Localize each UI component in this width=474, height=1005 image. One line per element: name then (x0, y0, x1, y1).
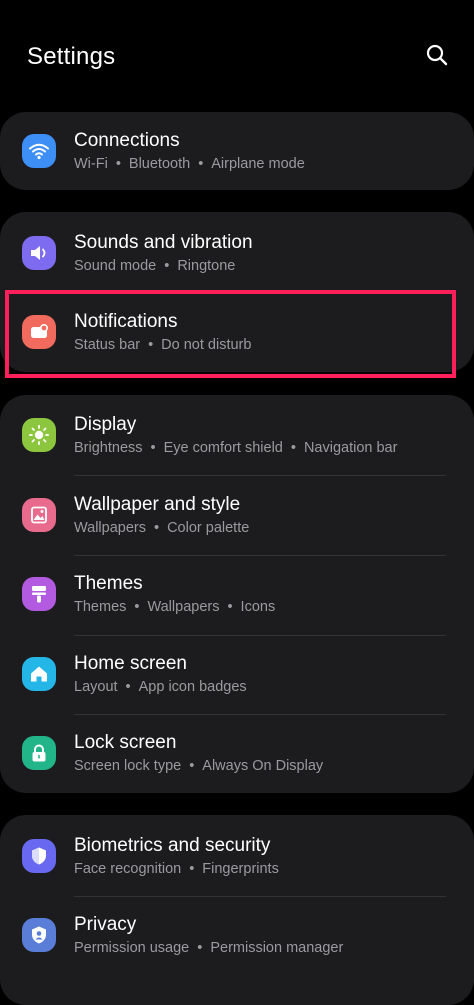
settings-item-subtitle: Permission usage • Permission manager (74, 940, 344, 956)
settings-item-subtitle: Themes • Wallpapers • Icons (74, 599, 276, 615)
settings-item-display[interactable]: Display Brightness • Eye comfort shield • Na… (0, 396, 474, 475)
settings-item-title: Sounds and vibration (74, 232, 253, 253)
brush-icon (22, 577, 56, 611)
settings-item-title: Connections (74, 130, 180, 151)
settings-item-subtitle: Screen lock type • Always On Display (74, 758, 324, 774)
settings-item-title: Privacy (74, 914, 137, 935)
settings-item-title: Biometrics and security (74, 835, 271, 856)
settings-item-subtitle: Wallpapers • Color palette (74, 520, 250, 536)
settings-item-biometrics-and-security[interactable]: Biometrics and security Face recognition… (0, 817, 474, 896)
settings-item-title: Home screen (74, 653, 187, 674)
settings-group-connections: Connections Wi-Fi • Bluetooth • Airplane mod… (0, 112, 474, 190)
app-header: Settings (0, 0, 474, 110)
settings-item-subtitle: Layout • App icon badges (74, 679, 247, 695)
settings-group-security: Biometrics and security Face recognition… (0, 815, 474, 1005)
settings-item-title: Display (74, 414, 137, 435)
settings-item-subtitle: Brightness • Eye comfort shield • Navigation… (74, 440, 398, 456)
image-icon (22, 498, 56, 532)
search-button[interactable] (420, 38, 454, 72)
shield-icon (22, 839, 56, 873)
settings-item-subtitle: Wi-Fi • Bluetooth • Airplane mode (74, 156, 305, 172)
settings-item-subtitle: Sound mode • Ringtone (74, 258, 236, 274)
settings-item-sounds-and-vibration[interactable]: Sounds and vibration Sound mode • Ringtone (0, 214, 474, 293)
settings-item-wallpaper-and-style[interactable]: Wallpaper and style Wallpapers • Color pal… (0, 476, 474, 555)
settings-item-title: Wallpaper and style (74, 494, 241, 515)
settings-group-display: Display Brightness • Eye comfort shield • Na… (0, 395, 474, 793)
privacy-shield-icon (22, 918, 56, 952)
home-icon (22, 657, 56, 691)
speaker-icon (22, 236, 56, 270)
settings-item-themes[interactable]: Themes Themes • Wallpapers • Icons (0, 555, 474, 634)
settings-item-lock-screen[interactable]: Lock screen Screen lock type • Always On D… (0, 714, 474, 793)
page-title: Settings (27, 43, 116, 70)
search-icon (426, 44, 448, 66)
wifi-icon (22, 134, 56, 168)
settings-item-connections[interactable]: Connections Wi-Fi • Bluetooth • Airplane mod… (0, 112, 474, 191)
settings-item-home-screen[interactable]: Home screen Layout • App icon badges (0, 635, 474, 714)
notifications-highlight-frame (5, 290, 456, 378)
settings-item-subtitle: Face recognition • Fingerprints (74, 861, 279, 877)
lock-icon (22, 736, 56, 770)
sun-icon (22, 418, 56, 452)
settings-item-title: Themes (74, 573, 143, 594)
settings-item-privacy[interactable]: Privacy Permission usage • Permission mana… (0, 896, 474, 975)
settings-item-title: Lock screen (74, 732, 177, 753)
